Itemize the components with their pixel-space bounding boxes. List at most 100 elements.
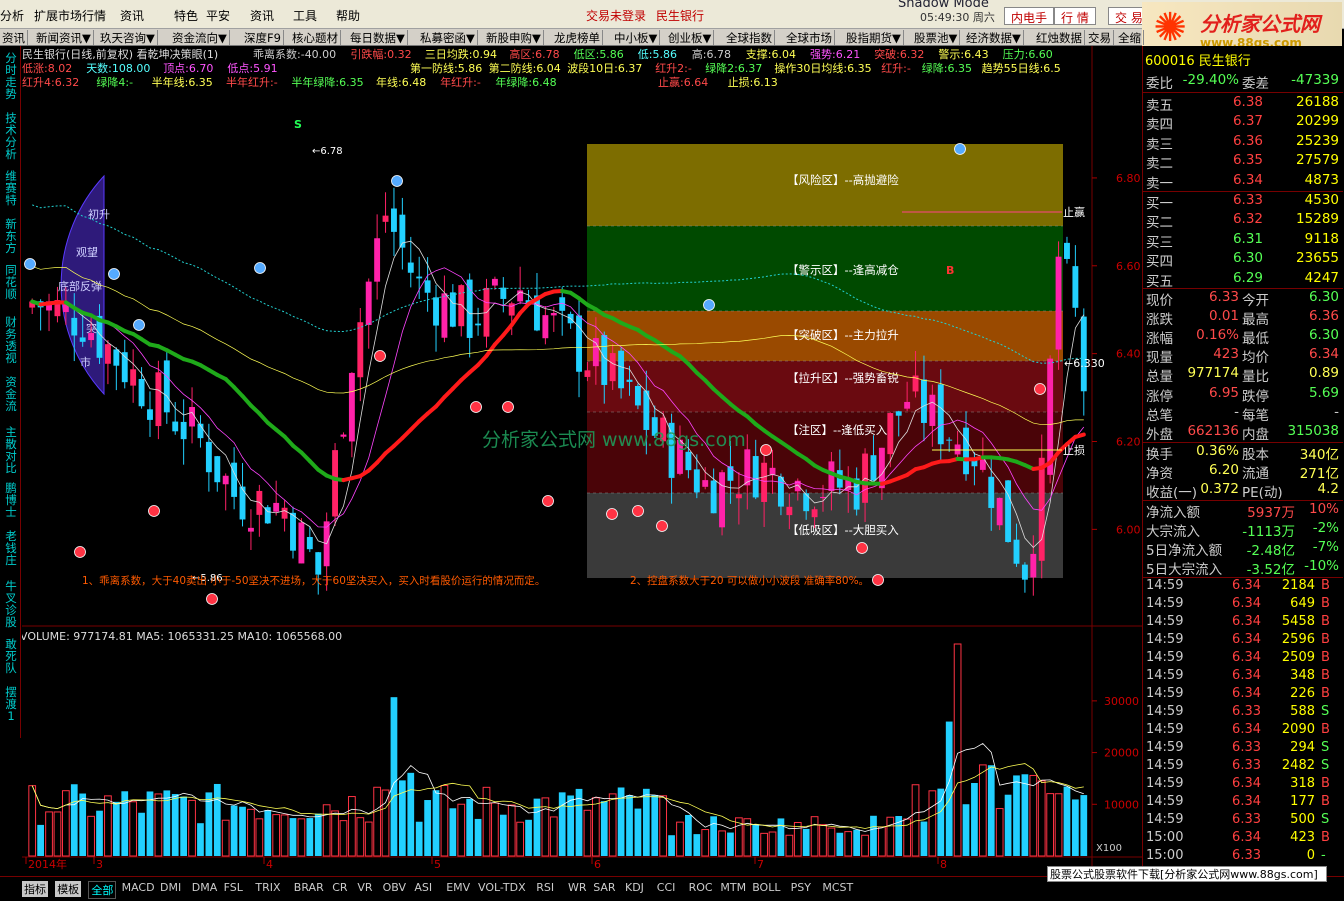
side-tab[interactable]: 维赛特: [4, 170, 18, 206]
kline-chart[interactable]: 【风险区】--高抛避险【警示区】--逢高减仓【突破区】--主力拉升【拉升区】--…: [20, 46, 1142, 876]
side-tab[interactable]: 鹏博士: [4, 482, 18, 518]
ask-row[interactable]: 卖四 6.37 20299: [1143, 113, 1343, 133]
neidian-button[interactable]: 内电手: [1004, 7, 1055, 25]
menu-item[interactable]: 帮助: [336, 7, 360, 24]
indicator-tab[interactable]: WR: [568, 881, 587, 894]
side-tab[interactable]: 技术分析: [4, 112, 18, 160]
indicator-tab[interactable]: MTM: [720, 881, 746, 894]
side-tab[interactable]: 牛叉诊股: [4, 580, 18, 628]
fund-flow-value: -3.52亿: [1246, 562, 1295, 579]
volume-bar: [945, 721, 953, 856]
candle-body: [332, 450, 339, 517]
stop-loss-label: 止损: [1063, 443, 1085, 457]
side-tab[interactable]: 财务透视: [4, 316, 18, 364]
side-tab[interactable]: 资金流: [4, 376, 18, 412]
tick-time: 14:59: [1146, 650, 1184, 665]
indicator-tab[interactable]: CR: [332, 881, 347, 894]
tick-volume: 649: [1290, 596, 1315, 611]
side-tab[interactable]: 新东方: [4, 218, 18, 254]
indicator-tab[interactable]: MCST: [822, 881, 853, 894]
menu-item[interactable]: 资讯: [250, 7, 274, 24]
toolbar-item[interactable]: 创业板▼: [666, 30, 715, 45]
indicator-value: 支撑:6.04: [746, 47, 796, 61]
side-tab[interactable]: 老钱庄: [4, 530, 18, 566]
indicator-value-label: 压力:: [1003, 48, 1029, 61]
toolbar-item[interactable]: 玖天咨询▼: [98, 30, 158, 45]
indicator-tab[interactable]: TRIX: [255, 881, 280, 894]
menu-item[interactable]: 资讯: [120, 7, 144, 24]
indicator-tab[interactable]: CCI: [657, 881, 676, 894]
ad-banner[interactable]: 股票公式股票软件下载[分析家公式网www.88gs.com]: [1047, 866, 1327, 882]
menu-item[interactable]: 扩展市场行情: [34, 7, 106, 24]
bid-row[interactable]: 买四 6.30 23655: [1143, 250, 1343, 270]
indicator-tab[interactable]: OBV: [383, 881, 406, 894]
signal-zone: 【突破区】--主力拉升: [587, 311, 1063, 361]
bid-row[interactable]: 买三 6.31 9118: [1143, 231, 1343, 251]
indicator-tab[interactable]: VR: [357, 881, 372, 894]
ask-row[interactable]: 卖一 6.34 4873: [1143, 172, 1343, 192]
toolbar-item[interactable]: 核心题材: [290, 30, 341, 45]
ask-row[interactable]: 卖三 6.36 25239: [1143, 133, 1343, 153]
volume-bar: [710, 816, 717, 856]
hangqing-button[interactable]: 行 情: [1054, 7, 1096, 25]
toolbar-item[interactable]: 新股申购▼: [484, 30, 544, 45]
side-tab[interactable]: 摆渡1: [4, 686, 18, 722]
volume-ma10-line: [31, 763, 1084, 829]
toolbar-item[interactable]: 红烛数据: [1034, 30, 1085, 45]
toolbar-item[interactable]: 交易: [1086, 30, 1114, 45]
price-axis-label: 6.00: [1116, 523, 1141, 536]
indicator-tab[interactable]: DMI: [160, 881, 181, 894]
ask-row[interactable]: 卖二 6.35 27579: [1143, 152, 1343, 172]
ask-row[interactable]: 卖五 6.38 26188: [1143, 94, 1343, 114]
candle-body: [88, 332, 95, 341]
candle-body: [273, 502, 280, 512]
bid-row[interactable]: 买二 6.32 15289: [1143, 211, 1343, 231]
toolbar-item[interactable]: 资讯: [0, 30, 28, 45]
indicator-tab[interactable]: PSY: [791, 881, 811, 894]
toolbar-item[interactable]: 全球市场: [784, 30, 835, 45]
indicator-tab[interactable]: VOL-TDX: [478, 881, 526, 894]
tick-row: 14:59 6.34 649 B: [1143, 596, 1343, 614]
toolbar-item[interactable]: 资金流向▼: [170, 30, 230, 45]
side-tab[interactable]: 分时走势: [4, 52, 18, 100]
toolbar-item[interactable]: 中小板▼: [612, 30, 661, 45]
indicator-tab[interactable]: BRAR: [294, 881, 324, 894]
candle-body: [374, 238, 381, 282]
toolbar-item[interactable]: 新闻资讯▼: [34, 30, 94, 45]
indicator-tab[interactable]: RSI: [536, 881, 554, 894]
stat-value: 6.30: [1308, 327, 1339, 344]
indicator-tab[interactable]: EMV: [446, 881, 470, 894]
indicator-tab[interactable]: 指标: [22, 881, 48, 897]
indicator-tab[interactable]: ROC: [689, 881, 713, 894]
toolbar-item[interactable]: 深度F9: [242, 30, 284, 45]
menu-item[interactable]: 平安: [206, 7, 230, 24]
toolbar-item[interactable]: 每日数据▼: [348, 30, 408, 45]
indicator-tab[interactable]: MACD: [122, 881, 155, 894]
indicator-tab[interactable]: SAR: [593, 881, 615, 894]
indicator-tab[interactable]: KDJ: [625, 881, 644, 894]
indicator-tab[interactable]: BOLL: [752, 881, 780, 894]
indicator-tab[interactable]: 全部: [88, 881, 117, 899]
indicator-tab[interactable]: DMA: [192, 881, 218, 894]
volume-bar: [878, 826, 886, 857]
side-tab[interactable]: 同花顺: [4, 264, 18, 300]
side-tab[interactable]: 主散对比: [4, 426, 18, 474]
indicator-tab[interactable]: 模板: [55, 881, 82, 897]
bid-row[interactable]: 买五 6.29 4247: [1143, 270, 1343, 290]
toolbar-item[interactable]: 私募密函▼: [418, 30, 478, 45]
toolbar-item[interactable]: 全缩: [1116, 30, 1144, 45]
indicator-tab[interactable]: FSL: [224, 881, 243, 894]
indicator-tab[interactable]: ASI: [414, 881, 432, 894]
toolbar-item[interactable]: 龙虎榜单: [552, 30, 603, 45]
toolbar-item[interactable]: 全球指数: [724, 30, 775, 45]
menu-item[interactable]: 分析: [0, 7, 24, 24]
menu-item[interactable]: 工具: [293, 7, 317, 24]
toolbar-item[interactable]: 股票池▼: [912, 30, 961, 45]
side-tab[interactable]: 敢死队: [4, 638, 18, 674]
bid-row[interactable]: 买一 6.33 4530: [1143, 192, 1343, 212]
chart-area[interactable]: 【风险区】--高抛避险 【警示区】--逢高减仓 【突破区】--主力拉升 【拉升区】--…: [20, 46, 1142, 876]
toolbar-item[interactable]: 股指期货▼: [844, 30, 904, 45]
toolbar-item[interactable]: 经济数据▼: [964, 30, 1024, 45]
menu-item[interactable]: 特色: [174, 7, 198, 24]
stat-label: 涨幅: [1146, 331, 1173, 348]
